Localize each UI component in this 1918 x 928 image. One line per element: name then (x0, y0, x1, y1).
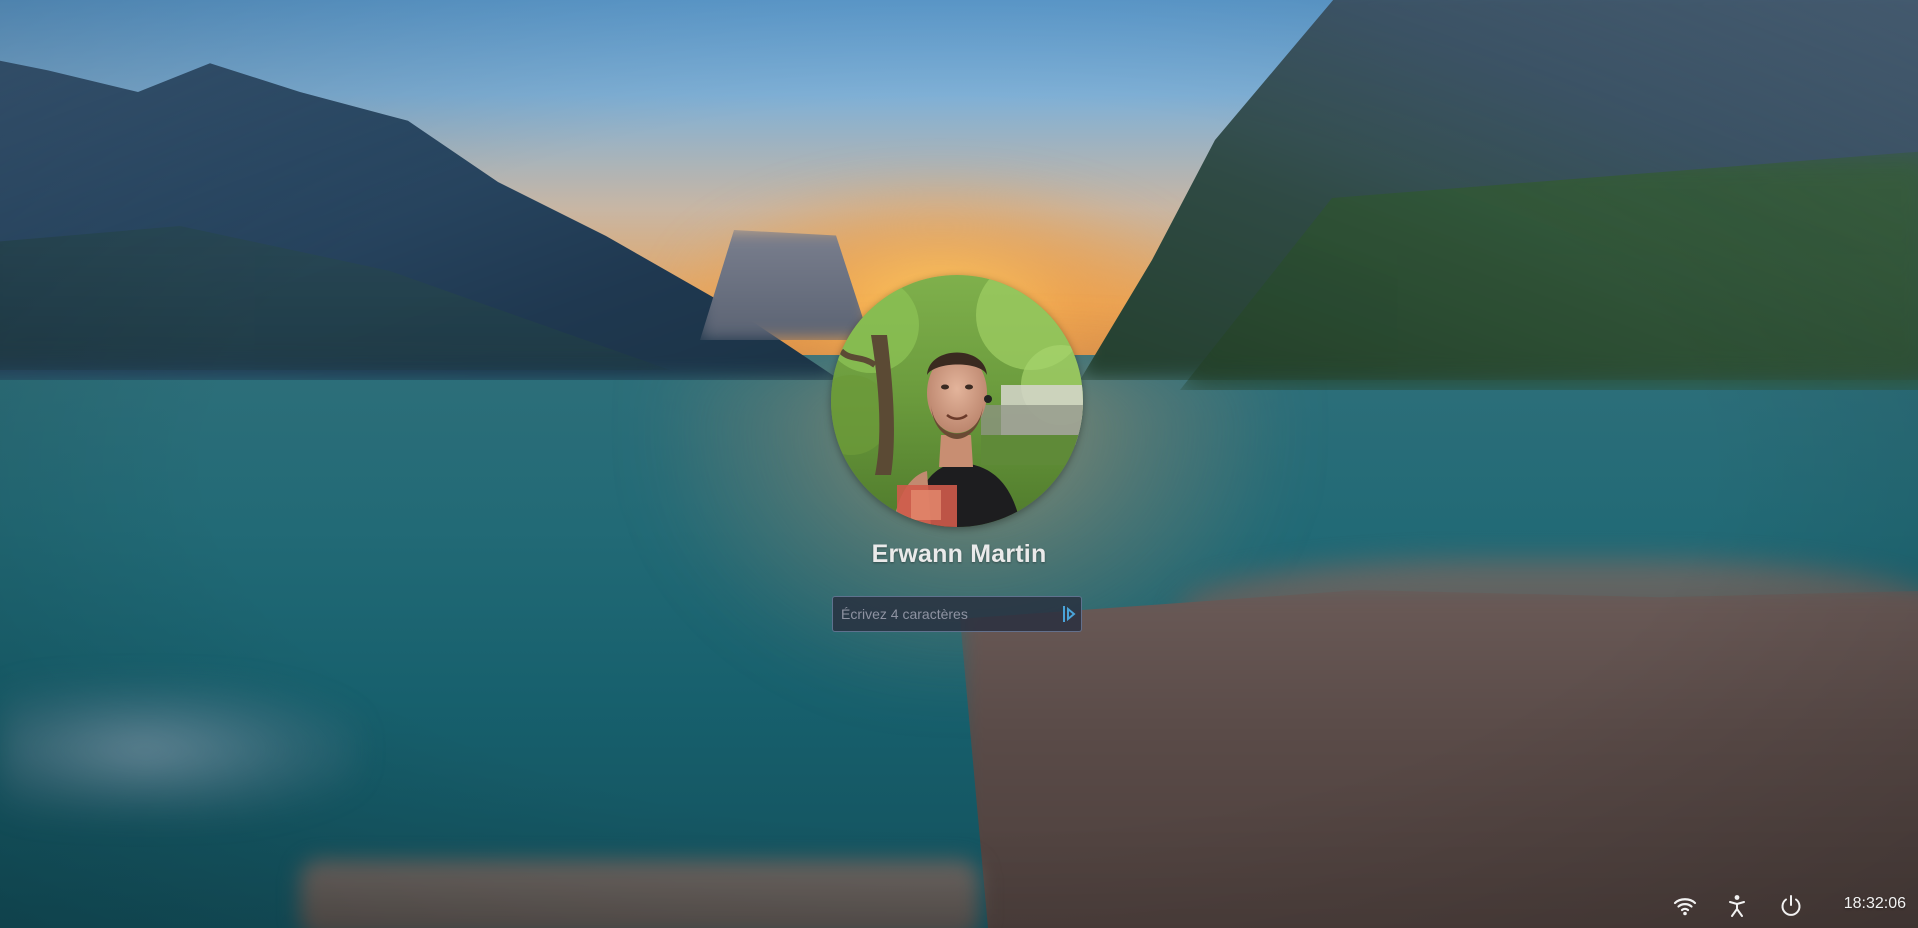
avatar-photo (831, 275, 1083, 527)
password-input[interactable] (833, 597, 1053, 631)
avatar[interactable] (831, 275, 1083, 527)
wifi-icon[interactable] (1671, 892, 1699, 920)
password-field[interactable] (832, 596, 1082, 632)
power-icon[interactable] (1777, 892, 1805, 920)
keyboard-layout-indicator-icon (1061, 605, 1077, 623)
accessibility-icon[interactable] (1723, 892, 1751, 920)
login-panel: Erwann Martin (0, 0, 1918, 928)
lock-screen: Erwann Martin 18:32:06 (0, 0, 1918, 928)
user-name: Erwann Martin (871, 540, 1047, 568)
